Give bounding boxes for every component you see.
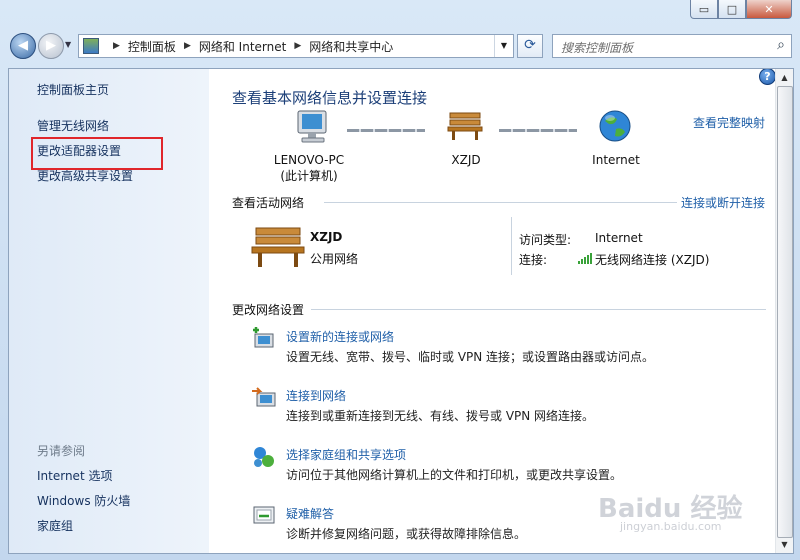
window-frame: ▭ □ ✕ ◀ ▶ ▼ ▶ 控制面板 ▶ 网络和 Internet ▶ 网络和共… bbox=[0, 0, 800, 560]
help-icon[interactable]: ? bbox=[759, 69, 776, 85]
computer-sub: (此计算机) bbox=[280, 169, 338, 183]
history-dropdown-icon[interactable]: ▼ bbox=[65, 40, 71, 49]
breadcrumb-network-internet[interactable]: 网络和 Internet bbox=[199, 38, 286, 55]
highlight-box bbox=[31, 137, 163, 170]
maximize-button[interactable]: □ bbox=[718, 0, 746, 19]
navigation-bar: ◀ ▶ ▼ ▶ 控制面板 ▶ 网络和 Internet ▶ 网络和共享中心 ▼ … bbox=[0, 24, 800, 68]
page-title: 查看基本网络信息并设置连接 bbox=[232, 89, 428, 107]
address-dropdown-icon[interactable]: ▼ bbox=[494, 35, 513, 57]
section-divider bbox=[324, 202, 677, 203]
full-map-link[interactable]: 查看完整映射 bbox=[693, 114, 765, 131]
sidebar-item-manage-wireless[interactable]: 管理无线网络 bbox=[37, 117, 109, 134]
troubleshoot-icon bbox=[253, 506, 275, 524]
vertical-divider bbox=[511, 217, 512, 275]
network-bench-icon bbox=[447, 112, 483, 140]
scroll-up-icon[interactable]: ▲ bbox=[776, 69, 793, 86]
task-new-connection[interactable]: 设置新的连接或网络 bbox=[286, 328, 394, 345]
computer-icon bbox=[297, 110, 327, 143]
connection-label: 连接: bbox=[519, 253, 548, 267]
address-bar[interactable]: ▶ 控制面板 ▶ 网络和 Internet ▶ 网络和共享中心 ▼ bbox=[78, 34, 514, 58]
access-type-value: Internet bbox=[595, 231, 643, 245]
task-new-connection-desc: 设置无线、宽带、拨号、临时或 VPN 连接；或设置路由器或访问点。 bbox=[286, 350, 655, 364]
internet-globe-icon bbox=[599, 110, 631, 142]
content-area: 控制面板主页 管理无线网络 更改适配器设置 更改高级共享设置 另请参阅 Inte… bbox=[8, 68, 794, 554]
network-node-label: XZJD bbox=[451, 153, 481, 167]
connect-to-network-icon bbox=[252, 387, 276, 407]
search-input[interactable]: 搜索控制面板 ⌕ bbox=[552, 34, 792, 58]
window-controls: ▭ □ ✕ bbox=[690, 0, 792, 19]
computer-name: LENOVO-PC bbox=[273, 153, 345, 167]
network-bench-icon bbox=[251, 227, 305, 267]
search-icon[interactable]: ⌕ bbox=[777, 37, 785, 53]
task-troubleshoot-desc: 诊断并修复网络问题，或获得故障排除信息。 bbox=[286, 527, 527, 541]
computer-node-label: LENOVO-PC (此计算机) bbox=[239, 153, 379, 184]
task-troubleshoot[interactable]: 疑难解答 bbox=[286, 505, 334, 522]
active-network-name: XZJD bbox=[310, 230, 343, 244]
connect-disconnect-link[interactable]: 连接或断开连接 bbox=[681, 194, 765, 211]
watermark-url: jingyan.baidu.com bbox=[620, 520, 722, 533]
see-also-homegroup[interactable]: 家庭组 bbox=[37, 517, 73, 534]
network-type-link[interactable]: 公用网络 bbox=[310, 250, 358, 267]
see-also-heading: 另请参阅 bbox=[37, 444, 86, 458]
breadcrumb-control-panel[interactable]: 控制面板 bbox=[128, 38, 176, 55]
active-networks-heading: 查看活动网络 bbox=[232, 196, 305, 210]
task-connect-to-network[interactable]: 连接到网络 bbox=[286, 387, 346, 404]
minimize-button[interactable]: ▭ bbox=[690, 0, 718, 19]
task-homegroup[interactable]: 选择家庭组和共享选项 bbox=[286, 446, 406, 463]
task-homegroup-desc: 访问位于其他网络计算机上的文件和打印机，或更改共享设置。 bbox=[286, 468, 623, 482]
task-connect-to-network-desc: 连接到或重新连接到无线、有线、拨号或 VPN 网络连接。 bbox=[286, 409, 595, 423]
wifi-signal-icon bbox=[578, 253, 592, 264]
sidebar-item-control-panel-home[interactable]: 控制面板主页 bbox=[37, 81, 109, 98]
control-panel-icon bbox=[83, 38, 99, 54]
breadcrumb-arrow-icon[interactable]: ▶ bbox=[294, 41, 301, 51]
breadcrumb-network-sharing-center[interactable]: 网络和共享中心 bbox=[309, 38, 393, 55]
connection-line bbox=[347, 129, 425, 132]
back-button[interactable]: ◀ bbox=[10, 33, 36, 59]
breadcrumb-arrow-icon[interactable]: ▶ bbox=[184, 41, 191, 51]
refresh-button[interactable]: ⟳ bbox=[517, 34, 543, 58]
access-type-label: 访问类型: bbox=[519, 233, 572, 247]
forward-button[interactable]: ▶ bbox=[38, 33, 64, 59]
breadcrumb: ▶ 控制面板 ▶ 网络和 Internet ▶ 网络和共享中心 bbox=[105, 38, 393, 55]
see-also-internet-options[interactable]: Internet 选项 bbox=[37, 467, 112, 484]
connection-line bbox=[499, 129, 577, 132]
change-settings-heading: 更改网络设置 bbox=[232, 303, 305, 317]
internet-node-label: Internet bbox=[592, 153, 640, 167]
new-connection-icon bbox=[253, 327, 274, 348]
homegroup-icon bbox=[254, 447, 274, 467]
scroll-thumb[interactable] bbox=[777, 86, 793, 538]
main-panel: ? 查看基本网络信息并设置连接 查看完整映射 LENOVO-PC (此计算机) … bbox=[209, 69, 776, 553]
vertical-scrollbar[interactable]: ▲ ▼ bbox=[775, 69, 793, 553]
section-divider bbox=[311, 309, 766, 310]
sidebar: 控制面板主页 管理无线网络 更改适配器设置 更改高级共享设置 另请参阅 Inte… bbox=[9, 69, 209, 553]
close-button[interactable]: ✕ bbox=[746, 0, 792, 19]
scroll-down-icon[interactable]: ▼ bbox=[776, 536, 793, 553]
breadcrumb-arrow-icon[interactable]: ▶ bbox=[113, 41, 120, 51]
see-also-windows-firewall[interactable]: Windows 防火墙 bbox=[37, 492, 130, 509]
search-placeholder: 搜索控制面板 bbox=[561, 41, 634, 55]
connection-link[interactable]: 无线网络连接 (XZJD) bbox=[595, 251, 709, 268]
